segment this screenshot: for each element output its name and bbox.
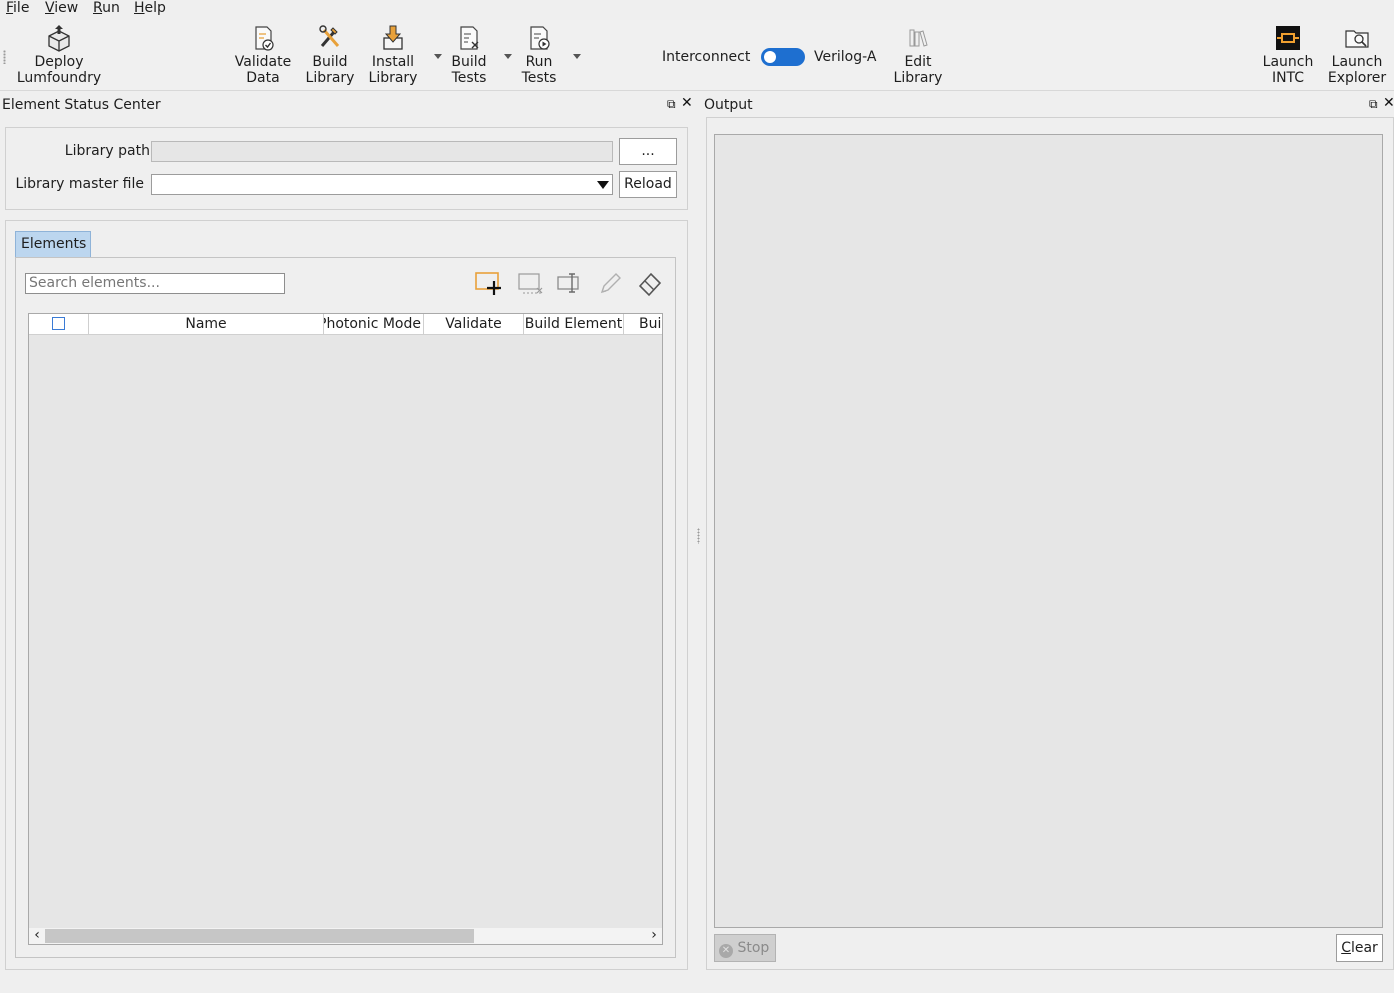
menu-run[interactable]: Run — [93, 0, 120, 18]
main-toolbar: Deploy Lumfoundry Validate Data Build Li… — [0, 20, 1394, 91]
menu-bar: File View Run Help — [0, 0, 1394, 20]
column-header-validate[interactable]: Validate — [424, 314, 524, 335]
menu-view[interactable]: View — [45, 0, 78, 18]
clear-button[interactable]: Clear — [1336, 934, 1383, 962]
elements-table: Name Photonic Mode Validate Build Elemen… — [28, 313, 663, 945]
validate-data-button[interactable]: Validate Data — [230, 24, 296, 86]
column-header-build-element[interactable]: Build Element — [524, 314, 624, 335]
install-library-dropdown[interactable] — [434, 54, 442, 59]
library-books-icon — [909, 29, 928, 47]
output-dock-title: Output — [704, 97, 753, 113]
library-path-label: Library path — [64, 143, 150, 159]
switch-label-veriloga: Verilog-A — [814, 49, 877, 65]
run-tests-button[interactable]: Run Tests — [516, 24, 562, 86]
document-check-icon — [255, 26, 274, 51]
horizontal-scrollbar[interactable]: ‹ › — [29, 928, 662, 944]
chevron-left-icon[interactable]: ‹ — [29, 928, 45, 944]
folder-search-icon — [1345, 30, 1369, 48]
browse-library-button[interactable]: ... — [619, 138, 677, 165]
install-library-button[interactable]: Install Library — [363, 24, 423, 86]
test-run-icon — [530, 26, 550, 50]
build-tests-dropdown[interactable] — [504, 54, 512, 59]
eraser-icon[interactable] — [637, 271, 663, 297]
output-log-area[interactable] — [714, 134, 1383, 928]
toggle-knob — [764, 51, 776, 63]
scrollbar-thumb[interactable] — [45, 929, 474, 943]
menu-help[interactable]: Help — [134, 0, 166, 18]
output-close-icon[interactable]: ✕ — [1383, 96, 1394, 110]
launch-intc-button[interactable]: Launch INTC — [1259, 24, 1317, 86]
element-status-float-icon[interactable]: ⧉ — [667, 98, 676, 110]
column-header-name[interactable]: Name — [89, 314, 324, 335]
stop-icon: ✕ — [719, 944, 733, 958]
backend-toggle-switch[interactable] — [761, 48, 805, 66]
select-all-header[interactable] — [29, 314, 89, 335]
build-library-button[interactable]: Build Library — [302, 24, 358, 86]
search-elements-input[interactable]: Search elements... — [25, 273, 285, 294]
deploy-lumfoundry-button[interactable]: Deploy Lumfoundry — [14, 24, 104, 86]
library-settings-group: Library path ... Library master file Rel… — [5, 127, 688, 210]
master-file-combobox[interactable] — [151, 174, 613, 195]
chevron-right-icon[interactable]: › — [646, 928, 662, 944]
build-tests-button[interactable]: Build Tests — [445, 24, 493, 86]
tools-icon — [319, 25, 340, 47]
output-float-icon[interactable]: ⧉ — [1369, 98, 1378, 110]
stop-button[interactable]: ✕ Stop — [714, 934, 776, 962]
reload-button[interactable]: Reload — [619, 171, 677, 198]
dock-splitter-handle[interactable] — [697, 528, 700, 544]
chevron-down-icon — [597, 181, 609, 189]
package-upload-icon — [48, 25, 70, 52]
tab-elements[interactable]: Elements — [15, 231, 91, 258]
library-path-field[interactable] — [151, 141, 613, 162]
edit-library-button[interactable]: Edit Library — [890, 24, 946, 86]
add-element-icon[interactable] — [475, 271, 503, 297]
intc-app-icon — [1276, 26, 1300, 50]
master-file-label: Library master file — [15, 176, 144, 192]
element-status-close-icon[interactable]: ✕ — [681, 96, 693, 110]
launch-explorer-button[interactable]: Launch Explorer — [1324, 24, 1390, 86]
test-build-icon — [460, 26, 479, 50]
remove-element-icon[interactable] — [517, 271, 545, 297]
toolbar-grip[interactable] — [3, 50, 6, 64]
checkbox-icon[interactable] — [52, 317, 65, 330]
rename-element-icon[interactable] — [556, 271, 584, 297]
column-header-photonic-model[interactable]: Photonic Mode — [324, 314, 424, 335]
edit-pencil-icon[interactable] — [597, 271, 623, 297]
elements-table-header: Name Photonic Mode Validate Build Elemen… — [29, 314, 662, 335]
menu-file[interactable]: File — [6, 0, 29, 18]
column-header-build-tests[interactable]: Bui — [624, 314, 662, 335]
switch-label-interconnect: Interconnect — [662, 49, 751, 65]
run-tests-dropdown[interactable] — [573, 54, 581, 59]
element-status-dock-title: Element Status Center — [2, 97, 161, 113]
download-install-icon — [383, 25, 403, 50]
